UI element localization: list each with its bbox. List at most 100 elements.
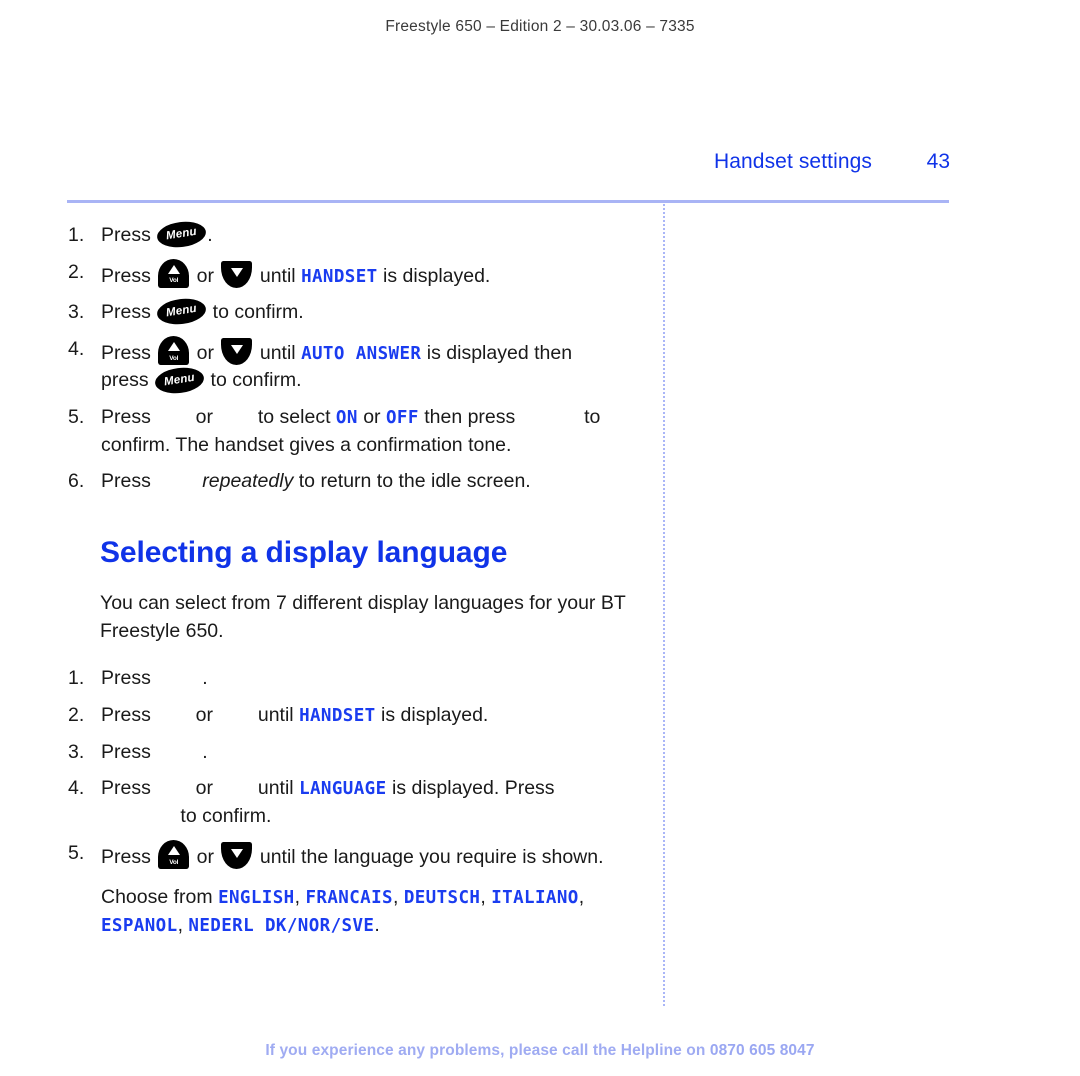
step-text-tail: is displayed then — [421, 341, 573, 364]
step-number: 5. — [68, 841, 85, 864]
step-text: Press — [101, 341, 157, 364]
volume-up-key-icon[interactable]: Vol — [158, 839, 190, 869]
footer-phone-number: 0870 605 8047 — [709, 1042, 815, 1059]
auto-answer-steps: 1. Press Menu. 2. Press Vol or until HAN… — [68, 219, 668, 496]
volume-down-key-icon[interactable] — [221, 841, 253, 869]
menu-key-icon-missing[interactable] — [129, 807, 175, 827]
language-steps: 1. Press . 2. Press or until HANDSET is … — [68, 665, 668, 939]
lcd-text-on: ON — [335, 407, 358, 428]
language-option: ITALIANO — [491, 888, 579, 909]
language-option: ENGLISH — [218, 888, 295, 909]
volume-up-key-icon-missing[interactable] — [156, 706, 190, 726]
end-call-key-icon-missing[interactable] — [156, 472, 202, 492]
step-text: or — [357, 405, 386, 428]
step-number: 2. — [68, 704, 85, 727]
step-text-tail: is displayed. Press — [386, 777, 555, 800]
step-text-tail: is displayed. — [375, 704, 489, 727]
step-text: until — [252, 704, 300, 727]
page-number: 43 — [926, 150, 950, 173]
choose-label: Choose from — [101, 886, 219, 909]
step-emphasis: repeatedly — [202, 470, 294, 493]
separator: , — [480, 886, 492, 909]
lcd-text: HANDSET — [299, 706, 376, 727]
step-text: Press — [101, 405, 157, 428]
menu-key-label: Menu — [165, 303, 198, 320]
menu-key-icon-missing[interactable] — [521, 408, 579, 428]
step-line: Press Vol or until the language you requ… — [101, 839, 668, 871]
step-text-tail: to confirm. — [207, 301, 304, 324]
step-line: Press . — [101, 665, 668, 693]
lcd-text: HANDSET — [301, 266, 378, 287]
volume-up-key-icon[interactable]: Vol — [158, 335, 190, 365]
step-text-tail: to return to the idle screen. — [293, 470, 531, 493]
up-arrow-icon — [167, 264, 180, 274]
separator: , — [294, 886, 306, 909]
step-text: Press — [101, 301, 157, 324]
lcd-text: LANGUAGE — [299, 779, 387, 800]
menu-key-label: Menu — [163, 371, 196, 388]
step-text: Press — [101, 224, 157, 246]
volume-up-key-icon[interactable]: Vol — [158, 258, 190, 288]
step-line-2: to confirm. — [101, 803, 668, 831]
step-text: until — [252, 777, 300, 800]
step-text: press — [101, 369, 155, 392]
lcd-text: AUTO ANSWER — [301, 343, 422, 364]
step-text: or — [191, 845, 220, 868]
step-line: Press or to select ON or OFF then press … — [101, 404, 668, 432]
step-line-2: confirm. The handset gives a confirmatio… — [101, 433, 512, 456]
separator: , — [392, 886, 404, 909]
step-text-tail: until the language you require is shown. — [254, 845, 604, 868]
step-text: to select — [252, 405, 336, 428]
menu-key-icon[interactable]: Menu — [153, 364, 206, 396]
step-item: 3. Press . — [68, 739, 668, 767]
step-text-tail: . — [207, 224, 213, 246]
step-text: Press — [101, 264, 157, 287]
volume-down-key-icon-missing[interactable] — [218, 706, 252, 726]
step-line: Press repeatedly to return to the idle s… — [101, 468, 668, 496]
menu-key-label: Menu — [165, 225, 198, 243]
header-rule — [67, 200, 949, 203]
step-item: 5. Press Vol or until the language you r… — [68, 839, 668, 940]
step-line: Press or until LANGUAGE is displayed. Pr… — [101, 775, 668, 803]
step-item: 4. Press or until LANGUAGE is displayed.… — [68, 775, 668, 830]
step-number: 4. — [68, 337, 85, 360]
separator: . — [374, 913, 380, 936]
running-header: Freestyle 650 – Edition 2 – 30.03.06 – 7… — [385, 18, 695, 35]
section-title: Handset settings — [713, 150, 872, 173]
volume-down-key-icon-missing[interactable] — [218, 779, 252, 799]
menu-key-icon-missing[interactable] — [156, 669, 202, 689]
menu-key-icon[interactable]: Menu — [155, 219, 208, 251]
menu-key-icon-missing[interactable] — [156, 743, 202, 763]
up-arrow-icon — [167, 341, 180, 351]
step-line: Press Menu to confirm. — [101, 296, 668, 328]
lcd-text-off: OFF — [385, 407, 419, 428]
page-heading-row: Handset settings 43 — [60, 150, 950, 174]
step-line: Press Vol or until HANDSET is displayed. — [101, 258, 668, 290]
step-text-tail: . — [202, 740, 208, 763]
separator: , — [177, 913, 189, 936]
volume-up-key-icon-missing[interactable] — [156, 779, 190, 799]
step-text: Press — [101, 740, 157, 763]
down-arrow-icon — [230, 848, 243, 858]
volume-up-key-icon-missing[interactable] — [156, 408, 190, 428]
volume-down-key-icon[interactable] — [221, 260, 253, 288]
language-choices-line-2: ESPANOL, NEDERL DK/NOR/SVE. — [101, 912, 668, 940]
step-item: 1. Press . — [68, 665, 668, 693]
volume-down-key-icon[interactable] — [221, 337, 253, 365]
step-text: Press — [101, 845, 157, 868]
step-number: 4. — [68, 777, 85, 800]
step-number: 3. — [68, 740, 85, 763]
step-text: or — [191, 264, 220, 287]
menu-key-icon[interactable]: Menu — [155, 296, 208, 328]
step-number: 5. — [68, 405, 85, 428]
language-option: NEDERL DK/NOR/SVE — [188, 915, 375, 936]
vol-key-label: Vol — [169, 277, 179, 285]
step-item: 6. Press repeatedly to return to the idl… — [68, 468, 668, 496]
vol-key-label: Vol — [169, 858, 179, 866]
step-text: or — [190, 704, 219, 727]
volume-down-key-icon-missing[interactable] — [218, 408, 252, 428]
vol-key-label: Vol — [169, 354, 179, 362]
step-text-tail: to confirm. — [175, 805, 272, 828]
step-text: until — [254, 341, 302, 364]
step-text: Press — [101, 777, 157, 800]
